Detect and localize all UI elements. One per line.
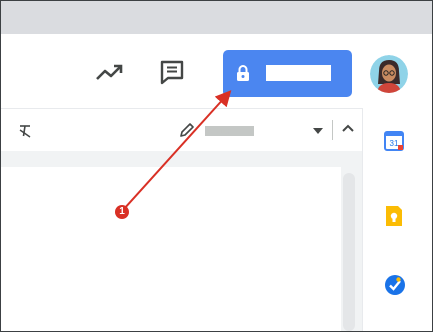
chevron-down-icon[interactable]	[313, 128, 323, 134]
window-frame: Share Editing 31	[0, 0, 433, 332]
vertical-scrollbar[interactable]	[343, 173, 355, 331]
comment-icon[interactable]	[159, 59, 185, 85]
toolbar-divider	[332, 120, 333, 140]
chevron-up-icon[interactable]	[341, 123, 355, 133]
tasks-icon[interactable]	[384, 274, 406, 296]
browser-tab-strip	[1, 1, 432, 34]
document-page[interactable]	[1, 167, 341, 331]
trending-up-icon[interactable]	[95, 61, 125, 85]
docs-header	[1, 34, 432, 108]
annotation-step-marker: 1	[115, 205, 129, 219]
pencil-icon[interactable]	[179, 122, 195, 138]
keep-icon[interactable]	[385, 205, 403, 227]
clear-formatting-icon[interactable]	[18, 124, 32, 138]
editing-mode-label[interactable]: Editing	[205, 126, 254, 136]
user-avatar[interactable]	[370, 55, 408, 93]
lock-icon	[237, 65, 249, 81]
calendar-icon[interactable]: 31	[384, 131, 404, 151]
share-button-label: Share	[266, 65, 331, 81]
calendar-day: 31	[390, 139, 399, 148]
